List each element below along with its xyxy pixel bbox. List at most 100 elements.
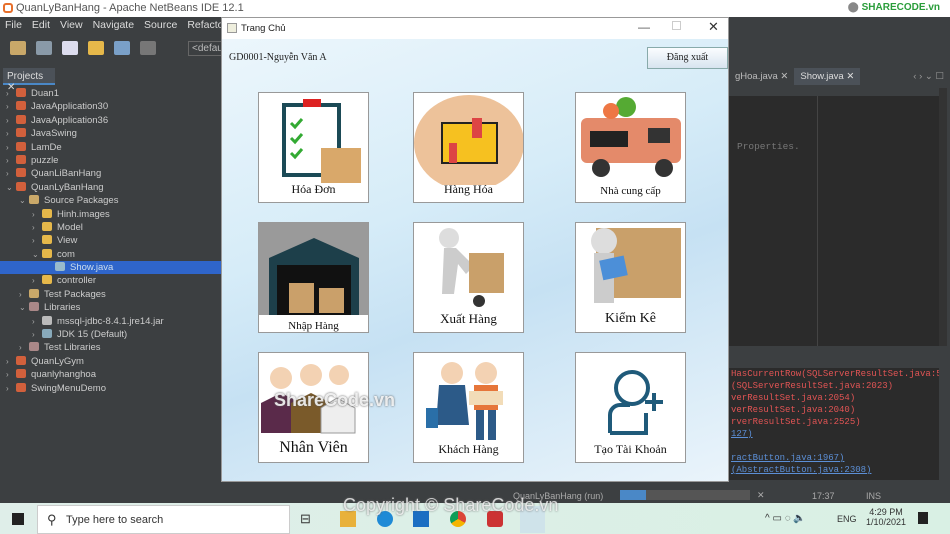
taskbar-search[interactable]: ⚲ Type here to search — [37, 505, 290, 534]
tile-button[interactable]: Hóa Đơn — [258, 92, 369, 203]
tree-item[interactable]: › quanlyhanghoa — [0, 368, 221, 381]
tile-label: Nhân Viên — [279, 439, 348, 456]
new-file-icon[interactable] — [62, 41, 78, 55]
chevron-right-icon[interactable]: › — [6, 114, 16, 127]
tile-button[interactable]: Xuất Hàng — [413, 222, 524, 333]
tab-projects[interactable]: Projects ✕ — [3, 68, 55, 93]
tree-item[interactable]: › JavaSwing — [0, 127, 221, 140]
tab-hanghoa-java[interactable]: gHoa.java ✕ — [729, 68, 794, 85]
tree-item-label: Test Packages — [44, 288, 106, 300]
chevron-right-icon[interactable]: › — [32, 221, 42, 234]
tree-item[interactable]: › Hinh.images — [0, 208, 221, 221]
chevron-right-icon[interactable]: › — [32, 315, 42, 328]
chevron-right-icon[interactable]: › — [19, 341, 29, 354]
dialog-title-bar: Trang Chủ — ✕ — [222, 18, 728, 39]
chevron-right-icon[interactable]: › — [6, 167, 16, 180]
tree-item[interactable]: › View — [0, 234, 221, 247]
chevron-down-icon[interactable]: ⌄ — [19, 301, 29, 314]
menu-item[interactable]: File — [5, 19, 22, 32]
windows-start-icon[interactable] — [12, 513, 24, 525]
tile-button[interactable]: Khách Hàng — [413, 352, 524, 463]
tab-nav-icons[interactable]: ‹ › ⌄ ☐ — [907, 68, 950, 85]
chevron-right-icon[interactable]: › — [6, 87, 16, 100]
menu-item[interactable]: Source — [144, 19, 177, 32]
clock[interactable]: 4:29 PM 1/10/2021 — [866, 507, 906, 527]
tree-item[interactable]: › LamDe — [0, 141, 221, 154]
customers-icon — [426, 362, 503, 440]
tile-label: Xuất Hàng — [440, 311, 497, 326]
tree-item-label: puzzle — [31, 154, 59, 166]
tile-button[interactable]: Nhập Hàng — [258, 222, 369, 333]
tree-item[interactable]: › controller — [0, 274, 221, 287]
cancel-task-icon[interactable]: ✕ — [757, 490, 765, 501]
tree-item[interactable]: › Test Packages — [0, 288, 221, 301]
coffee-cup-icon — [16, 141, 26, 151]
tray-icons[interactable]: ^ ▭ ◌ 🔈 — [765, 513, 806, 524]
chevron-right-icon[interactable]: › — [6, 382, 16, 395]
tree-item[interactable]: ⌄ QuanLyBanHang — [0, 181, 221, 194]
tree-item[interactable]: › JavaApplication36 — [0, 114, 221, 127]
tree-item[interactable]: › SwingMenuDemo — [0, 382, 221, 395]
tree-item[interactable]: › Model — [0, 221, 221, 234]
chevron-right-icon[interactable]: › — [6, 141, 16, 154]
tree-item-label: JavaApplication30 — [31, 101, 109, 113]
menu-item[interactable]: Navigate — [93, 19, 134, 32]
chevron-right-icon[interactable]: › — [32, 208, 42, 221]
tree-item-label: QuanLyBanHang — [31, 181, 104, 193]
tree-item[interactable]: ⌄ Source Packages — [0, 194, 221, 207]
logout-button[interactable]: Đăng xuất — [647, 47, 728, 69]
notifications-icon[interactable] — [918, 512, 928, 524]
close-project-icon[interactable] — [140, 41, 156, 55]
tree-item[interactable]: › mssql-jdbc-8.4.1.jre14.jar — [0, 315, 221, 328]
console-line: (SQLServerResultSet.java:2023) — [731, 381, 894, 391]
margin-line — [817, 96, 818, 346]
tile-button[interactable]: Nhà cung cấp — [575, 92, 686, 203]
ide-title: QuanLyBanHang - Apache NetBeans IDE 12.1 — [16, 2, 244, 14]
undo-icon[interactable] — [10, 41, 26, 55]
menu-item[interactable]: View — [60, 19, 83, 32]
code-editor[interactable]: Properties. — [729, 88, 939, 346]
chevron-right-icon[interactable]: › — [6, 355, 16, 368]
tree-item[interactable]: › Test Libraries — [0, 341, 221, 354]
tile-button[interactable]: Tạo Tài Khoản — [575, 352, 686, 463]
tile-button[interactable]: Kiểm Kê — [575, 222, 686, 333]
chevron-right-icon[interactable]: › — [6, 127, 16, 140]
tree-item[interactable]: › JDK 15 (Default) — [0, 328, 221, 341]
chevron-right-icon[interactable]: › — [6, 100, 16, 113]
redo-icon[interactable] — [36, 41, 52, 55]
chevron-down-icon[interactable]: ⌄ — [19, 194, 29, 207]
watermark-logo: ⬤ SHARECODE.vn — [847, 2, 940, 13]
chevron-right-icon[interactable]: › — [19, 288, 29, 301]
tree-item[interactable]: › puzzle — [0, 154, 221, 167]
tree-item[interactable]: › QuanLyGym — [0, 355, 221, 368]
chevron-right-icon[interactable]: › — [32, 234, 42, 247]
chevron-right-icon[interactable]: › — [6, 368, 16, 381]
tree-item[interactable]: › QuanLiBanHang — [0, 167, 221, 180]
new-project-icon[interactable] — [88, 41, 104, 55]
language-indicator[interactable]: ENG — [837, 514, 857, 524]
tile-label: Tạo Tài Khoản — [594, 442, 667, 456]
tree-item[interactable]: › JavaApplication30 — [0, 100, 221, 113]
chevron-down-icon[interactable]: ⌄ — [6, 181, 16, 194]
tree-item[interactable]: Show.java — [0, 261, 221, 275]
maximize-button[interactable] — [672, 21, 681, 30]
task-view-icon[interactable]: ⊟ — [300, 511, 311, 527]
chevron-right-icon[interactable]: › — [32, 328, 42, 341]
editor-tabs: gHoa.java ✕ Show.java ✕ ‹ › ⌄ ☐ — [729, 68, 950, 85]
editor-scrollbar[interactable] — [939, 88, 947, 346]
tree-item[interactable]: › Duan1 — [0, 87, 221, 100]
tile-button[interactable]: Hàng Hóa — [413, 92, 524, 203]
close-button[interactable]: ✕ — [708, 19, 719, 35]
chevron-down-icon[interactable]: ⌄ — [32, 248, 42, 261]
project-tree: › Duan1 › JavaApplication30 › JavaApplication… — [0, 87, 221, 395]
tree-item-label: LamDe — [31, 141, 62, 153]
chevron-right-icon[interactable]: › — [6, 154, 16, 167]
tree-item[interactable]: ⌄ Libraries — [0, 301, 221, 314]
tree-item[interactable]: ⌄ com — [0, 248, 221, 261]
open-project-icon[interactable] — [114, 41, 130, 55]
minimize-button[interactable]: — — [638, 20, 650, 34]
tab-show-java[interactable]: Show.java ✕ — [794, 68, 861, 85]
menu-item[interactable]: Edit — [32, 19, 50, 32]
chevron-right-icon[interactable]: › — [32, 274, 42, 287]
tree-item-label: Hinh.images — [57, 208, 110, 220]
